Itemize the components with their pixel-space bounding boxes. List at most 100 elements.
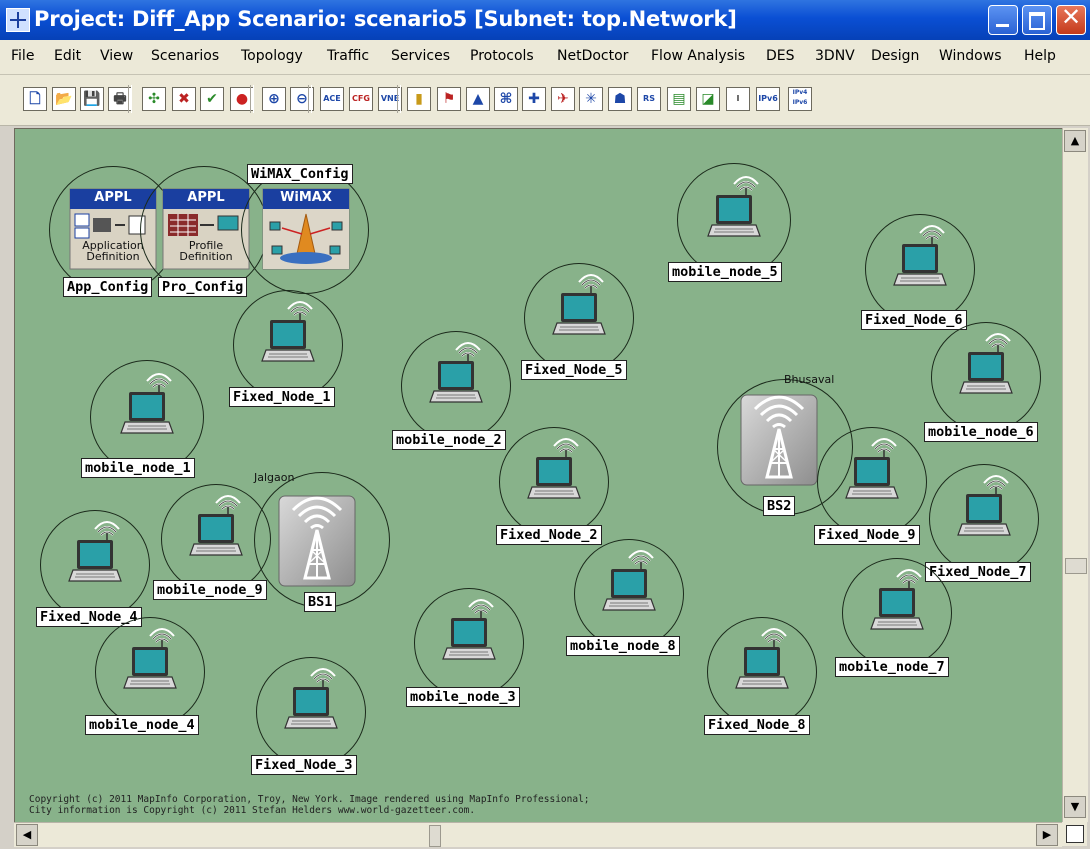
laptop-icon[interactable] xyxy=(526,438,582,502)
menu-des[interactable]: DES xyxy=(766,48,795,64)
scroll-down-button[interactable]: ▼ xyxy=(1064,796,1086,818)
graph-button[interactable]: ◪ xyxy=(696,87,720,111)
bs2-label[interactable]: BS2 xyxy=(763,496,796,516)
node-label-mobile-node-7[interactable]: mobile_node_7 xyxy=(835,657,949,677)
navigator-corner[interactable] xyxy=(1062,822,1087,846)
import-cfg-button[interactable]: CFG xyxy=(349,87,373,111)
laptop-icon[interactable] xyxy=(551,274,607,338)
menu-bar: File Edit View Scenarios Topology Traffi… xyxy=(0,40,1090,75)
info-icon: I xyxy=(736,94,740,103)
node-label-fixed-node-8[interactable]: Fixed_Node_8 xyxy=(704,715,810,735)
node-label-mobile-node-6[interactable]: mobile_node_6 xyxy=(924,422,1038,442)
laptop-icon[interactable] xyxy=(260,301,316,365)
app-config-label[interactable]: App_Config xyxy=(63,277,153,297)
horizontal-scroll-thumb[interactable] xyxy=(429,825,441,847)
pro-config-label[interactable]: Pro_Config xyxy=(158,277,248,297)
menu-file[interactable]: File xyxy=(11,48,34,64)
base-station-icon[interactable] xyxy=(277,494,357,588)
laptop-icon[interactable] xyxy=(734,628,790,692)
menu-help[interactable]: Help xyxy=(1024,48,1056,64)
laptop-icon[interactable] xyxy=(706,176,762,240)
menu-design[interactable]: Design xyxy=(871,48,919,64)
configure-run-des-button[interactable]: ⚑ xyxy=(437,87,461,111)
menu-netdoctor[interactable]: NetDoctor xyxy=(557,48,628,64)
save-button[interactable]: 💾 xyxy=(80,87,104,111)
import-ace-button[interactable]: ACE xyxy=(320,87,344,111)
node-label-fixed-node-6[interactable]: Fixed_Node_6 xyxy=(861,310,967,330)
menu-scenarios[interactable]: Scenarios xyxy=(151,48,219,64)
scroll-left-button[interactable]: ◀ xyxy=(16,824,38,846)
node-label-mobile-node-2[interactable]: mobile_node_2 xyxy=(392,430,506,450)
copyright-line-1: Copyright (c) 2011 MapInfo Corporation, … xyxy=(29,794,590,805)
node-label-mobile-node-1[interactable]: mobile_node_1 xyxy=(81,458,195,478)
ipv4-ipv6-button[interactable]: IPv4 IPv6 xyxy=(788,87,812,111)
laptop-icon[interactable] xyxy=(119,373,175,437)
new-button[interactable]: 🗋 xyxy=(23,87,47,111)
traffic-light-button[interactable]: ▮ xyxy=(407,87,431,111)
pro-config-icon[interactable]: APPL Profile Definition xyxy=(162,188,250,270)
flow-analysis-button[interactable]: ⌘ xyxy=(494,87,518,111)
node-label-fixed-node-5[interactable]: Fixed_Node_5 xyxy=(521,360,627,380)
node-label-fixed-node-3[interactable]: Fixed_Node_3 xyxy=(251,755,357,775)
fail-node-button[interactable]: ✖ xyxy=(172,87,196,111)
report-button[interactable]: ▤ xyxy=(667,87,691,111)
vertical-scrollbar[interactable]: ▲ ▼ xyxy=(1062,128,1088,822)
zoom-in-button[interactable]: ⊕ xyxy=(262,87,286,111)
laptop-icon[interactable] xyxy=(844,438,900,502)
menu-windows[interactable]: Windows xyxy=(939,48,1002,64)
link-sweep-button[interactable]: ✳ xyxy=(579,87,603,111)
close-icon: ✕ xyxy=(1061,3,1082,31)
laptop-icon[interactable] xyxy=(958,333,1014,397)
laptop-icon[interactable] xyxy=(869,569,925,633)
menu-flow-analysis[interactable]: Flow Analysis xyxy=(651,48,745,64)
node-label-mobile-node-4[interactable]: mobile_node_4 xyxy=(85,715,199,735)
laptop-icon[interactable] xyxy=(892,225,948,289)
maximize-button[interactable] xyxy=(1022,5,1052,35)
laptop-icon[interactable] xyxy=(283,668,339,732)
node-label-mobile-node-3[interactable]: mobile_node_3 xyxy=(406,687,520,707)
laptop-icon[interactable] xyxy=(67,521,123,585)
laptop-icon[interactable] xyxy=(188,495,244,559)
network-canvas[interactable]: APPL Application Definition App_Config APPL… xyxy=(14,128,1064,824)
network-view-button[interactable]: ☗ xyxy=(608,87,632,111)
menu-services[interactable]: Services xyxy=(391,48,450,64)
netdoctor-button[interactable]: ✚ xyxy=(522,87,546,111)
scroll-up-button[interactable]: ▲ xyxy=(1064,130,1086,152)
vertical-scroll-thumb[interactable] xyxy=(1065,558,1087,574)
horizontal-scrollbar[interactable]: ◀ ▶ xyxy=(14,822,1062,847)
minimize-button[interactable] xyxy=(988,5,1018,35)
flow-analysis-icon: ⌘ xyxy=(499,91,513,107)
wimax-config-icon[interactable]: WiMAX xyxy=(262,188,350,270)
node-label-fixed-node-2[interactable]: Fixed_Node_2 xyxy=(496,525,602,545)
node-label-fixed-node-9[interactable]: Fixed_Node_9 xyxy=(814,525,920,545)
laptop-icon[interactable] xyxy=(601,550,657,614)
laptop-icon[interactable] xyxy=(122,628,178,692)
menu-edit[interactable]: Edit xyxy=(54,48,81,64)
menu-protocols[interactable]: Protocols xyxy=(470,48,534,64)
menu-traffic[interactable]: Traffic xyxy=(327,48,369,64)
menu-3dnv[interactable]: 3DNV xyxy=(815,48,855,64)
node-label-fixed-node-1[interactable]: Fixed_Node_1 xyxy=(229,387,335,407)
laptop-icon[interactable] xyxy=(441,599,497,663)
laptop-icon[interactable] xyxy=(956,475,1012,539)
laptop-icon[interactable] xyxy=(428,342,484,406)
node-label-mobile-node-5[interactable]: mobile_node_5 xyxy=(668,262,782,282)
scroll-right-button[interactable]: ▶ xyxy=(1036,824,1058,846)
rs-button[interactable]: RS xyxy=(637,87,661,111)
open-button[interactable]: 📂 xyxy=(52,87,76,111)
menu-topology[interactable]: Topology xyxy=(241,48,303,64)
rapid-config-button[interactable]: ✣ xyxy=(142,87,166,111)
node-label-mobile-node-9[interactable]: mobile_node_9 xyxy=(153,580,267,600)
info-button[interactable]: I xyxy=(726,87,750,111)
view-results-button[interactable]: ▲ xyxy=(466,87,490,111)
bs1-label[interactable]: BS1 xyxy=(304,592,337,612)
wimax-config-label[interactable]: WiMAX_Config xyxy=(247,164,353,184)
recover-node-button[interactable]: ✔ xyxy=(200,87,224,111)
deploy-wizard-button[interactable]: ✈ xyxy=(551,87,575,111)
base-station-icon[interactable] xyxy=(739,393,819,487)
node-label-mobile-node-8[interactable]: mobile_node_8 xyxy=(566,636,680,656)
menu-view[interactable]: View xyxy=(100,48,133,64)
network-view-icon: ☗ xyxy=(613,91,627,107)
ipv6-button[interactable]: IPv6 xyxy=(756,87,780,111)
close-button[interactable]: ✕ xyxy=(1056,3,1086,35)
